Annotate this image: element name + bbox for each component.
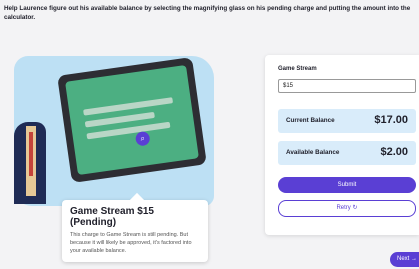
current-balance-value: $17.00 [374,114,408,126]
instructions-text: Help Laurence figure out his available b… [4,5,411,21]
available-balance-value: $2.00 [380,146,408,158]
magnifying-glass-icon[interactable]: ⌕ [134,130,151,147]
game-stream-input[interactable]: $15 [278,79,416,93]
submit-button[interactable]: Submit [278,177,416,193]
tablet-screen: ⌕ [65,64,199,176]
pending-charge-callout: Game Stream $15 (Pending) This charge to… [62,200,208,262]
current-balance-row: Current Balance $17.00 [278,109,416,133]
illustration: ⌕ Game Stream $15 (Pending) This charge … [14,44,234,262]
refresh-icon: ↻ [352,205,358,211]
game-stream-label: Game Stream [278,66,317,72]
available-balance-row: Available Balance $2.00 [278,141,416,165]
person-figure [14,122,46,204]
arrow-right-icon: → [411,256,418,262]
callout-title: Game Stream $15 (Pending) [70,206,154,228]
current-balance-label: Current Balance [286,117,335,124]
available-balance-label: Available Balance [286,149,340,156]
next-button[interactable]: Next → [390,252,419,267]
retry-label: Retry [336,205,351,211]
callout-body: This charge to Game Stream is still pend… [70,232,192,254]
tablet: ⌕ [57,57,207,183]
retry-button[interactable]: Retry ↻ [278,200,416,217]
calculator-panel: Game Stream $15 Current Balance $17.00 A… [265,55,419,235]
next-label: Next [397,256,410,262]
